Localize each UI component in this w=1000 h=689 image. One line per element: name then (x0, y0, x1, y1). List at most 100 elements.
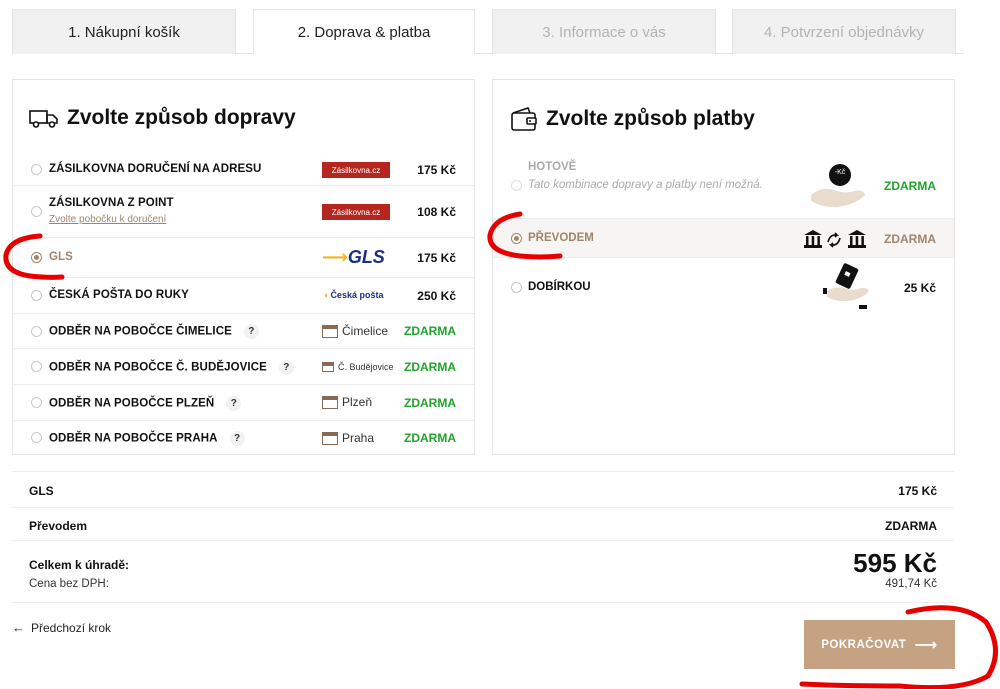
radio[interactable] (31, 361, 42, 372)
shipping-title: Zvolte způsob dopravy (29, 106, 296, 130)
store-icon (322, 431, 338, 445)
total-label: Celkem k úhradě: (29, 558, 130, 572)
tab-label: 4. Potvrzení objednávky (763, 23, 925, 41)
cash-icon-text: -Kč (834, 169, 846, 176)
option-price: ZDARMA (404, 396, 456, 410)
continue-label: POKRAČOVAT (821, 638, 907, 651)
help-icon[interactable]: ? (278, 360, 294, 375)
branch-name: Č. Budějovice (338, 362, 394, 372)
net-price-value: 491,74 Kč (885, 578, 937, 590)
shipping-title-text: Zvolte způsob dopravy (67, 106, 296, 129)
shipping-panel: Zvolte způsob dopravy ZÁSILKOVNA DORUČEN… (12, 79, 475, 455)
radio-selected[interactable] (511, 233, 522, 244)
radio[interactable] (31, 397, 42, 408)
shipping-option-cimelice[interactable]: ODBĚR NA POBOČCE ČIMELICE? Čimelice ZDAR… (13, 314, 474, 349)
ceska-posta-logo: ◖ Česká pošta (323, 290, 383, 300)
radio-disabled (511, 180, 522, 191)
summary-shipping-value: 175 Kč (898, 484, 937, 498)
option-label: ZÁSILKOVNA Z POINT (49, 197, 174, 209)
shipping-option-gls[interactable]: GLS ⟶GLS 175 Kč (13, 238, 474, 278)
option-label: ODBĚR NA POBOČCE PRAHA (49, 432, 218, 445)
option-label-wrap: ODBĚR NA POBOČCE PRAHA? (49, 431, 245, 446)
shipping-option-ceska-posta[interactable]: ČESKÁ POŠTA DO RUKY ◖ Česká pošta 250 Kč (13, 278, 474, 314)
option-label: ODBĚR NA POBOČCE PLZEŇ (49, 397, 215, 410)
payment-title-text: Zvolte způsob platby (546, 107, 755, 130)
tab-label: 2. Doprava & platba (297, 24, 431, 41)
summary-total-row: Celkem k úhradě: 595 Kč Cena bez DPH: 49… (12, 540, 954, 603)
summary-shipping-row: GLS 175 Kč (12, 471, 954, 507)
radio[interactable] (31, 164, 42, 175)
shipping-option-budejovice[interactable]: ODBĚR NA POBOČCE Č. BUDĚJOVICE? Č. Buděj… (13, 349, 474, 385)
summary-payment-label: Převodem (29, 519, 88, 533)
unavailable-note: Tato kombinace dopravy a platby není mož… (528, 179, 763, 191)
arrow-left-icon: ← (12, 620, 25, 635)
branch-badge: Praha (322, 431, 374, 445)
branch-name: Plzeň (342, 395, 373, 409)
radio[interactable] (31, 206, 42, 217)
option-label-wrap: ODBĚR NA POBOČCE Č. BUDĚJOVICE? (49, 360, 294, 375)
choose-branch-link[interactable]: Zvolte pobočku k doručení (49, 214, 166, 225)
radio[interactable] (31, 326, 42, 337)
store-icon (322, 395, 338, 409)
option-label: ODBĚR NA POBOČCE ČIMELICE (49, 325, 232, 338)
cash-hand-icon: -Kč (807, 159, 871, 213)
help-icon[interactable]: ? (226, 396, 242, 411)
payment-option-transfer[interactable]: PŘEVODEM ZDARMA (493, 219, 954, 258)
payment-option-cash: HOTOVĚ Tato kombinace dopravy a platby n… (493, 153, 954, 219)
tab-customer-info: 3. Informace o vás (492, 9, 716, 54)
net-price-label: Cena bez DPH: (29, 578, 109, 590)
logo-text: Česká pošta (330, 290, 384, 300)
posthorn-icon: ◖ (323, 290, 329, 300)
option-label: HOTOVĚ (528, 161, 577, 173)
summary-payment-value: ZDARMA (885, 519, 937, 533)
cod-hand-icon (823, 261, 871, 314)
help-icon[interactable]: ? (243, 324, 259, 339)
previous-step-label: Předchozí krok (31, 620, 112, 635)
option-label-wrap: ODBĚR NA POBOČCE PLZEŇ? (49, 396, 242, 411)
option-label-wrap: ODBĚR NA POBOČCE ČIMELICE? (49, 324, 259, 339)
tab-shipping-payment[interactable]: 2. Doprava & platba (253, 9, 475, 55)
radio-selected[interactable] (31, 252, 42, 263)
shipping-option-praha[interactable]: ODBĚR NA POBOČCE PRAHA? Praha ZDARMA (13, 421, 474, 455)
option-price: ZDARMA (884, 179, 936, 193)
help-icon[interactable]: ? (229, 431, 245, 446)
arrow-right-icon: ⟶ (914, 636, 938, 654)
option-label: ČESKÁ POŠTA DO RUKY (49, 289, 189, 301)
branch-badge: Č. Budějovice (322, 362, 394, 372)
option-price: 175 Kč (417, 251, 456, 265)
payment-title: Zvolte způsob platby (510, 106, 755, 132)
tab-order-confirmation: 4. Potvrzení objednávky (732, 9, 956, 54)
radio[interactable] (31, 290, 42, 301)
option-label: PŘEVODEM (528, 232, 594, 244)
tab-label: 3. Informace o vás (542, 23, 666, 41)
option-price: ZDARMA (884, 232, 936, 246)
option-price: ZDARMA (404, 360, 456, 374)
logo-text: GLS (347, 247, 385, 267)
tab-cart[interactable]: 1. Nákupní košík (12, 9, 236, 54)
shipping-option-zasilkovna-address[interactable]: ZÁSILKOVNA DORUČENÍ NA ADRESU Zásilkovna… (13, 153, 474, 186)
option-price: 25 Kč (903, 281, 936, 295)
option-price: 250 Kč (417, 289, 456, 303)
payment-option-cod[interactable]: DOBÍRKOU 25 Kč (493, 258, 954, 314)
gls-swoosh-icon: ⟶ (322, 247, 348, 267)
logo-text: Zásilkovna.cz (331, 165, 381, 175)
wallet-icon (511, 107, 537, 131)
option-label: DOBÍRKOU (528, 281, 591, 293)
logo-text: Zásilkovna.cz (331, 207, 381, 217)
shipping-option-plzen[interactable]: ODBĚR NA POBOČCE PLZEŇ? Plzeň ZDARMA (13, 385, 474, 421)
zasilkovna-logo: Zásilkovna.cz (322, 162, 390, 178)
branch-name: Praha (342, 431, 375, 445)
bank-transfer-icon (802, 228, 872, 255)
option-price: 175 Kč (417, 163, 456, 177)
radio[interactable] (31, 432, 42, 443)
option-label: GLS (49, 251, 73, 263)
payment-panel: Zvolte způsob platby HOTOVĚ Tato kombina… (492, 79, 955, 455)
total-value: 595 Kč (853, 548, 937, 578)
shipping-option-zasilkovna-point[interactable]: ZÁSILKOVNA Z POINT Zvolte pobočku k doru… (13, 186, 474, 238)
radio[interactable] (511, 282, 522, 293)
continue-button[interactable]: POKRAČOVAT ⟶ (804, 620, 955, 669)
branch-badge: Plzeň (322, 395, 372, 409)
summary-shipping-label: GLS (29, 484, 54, 498)
checkout-steps: 1. Nákupní košík 2. Doprava & platba 3. … (12, 9, 964, 55)
previous-step-link[interactable]: ← Předchozí krok (12, 620, 111, 635)
